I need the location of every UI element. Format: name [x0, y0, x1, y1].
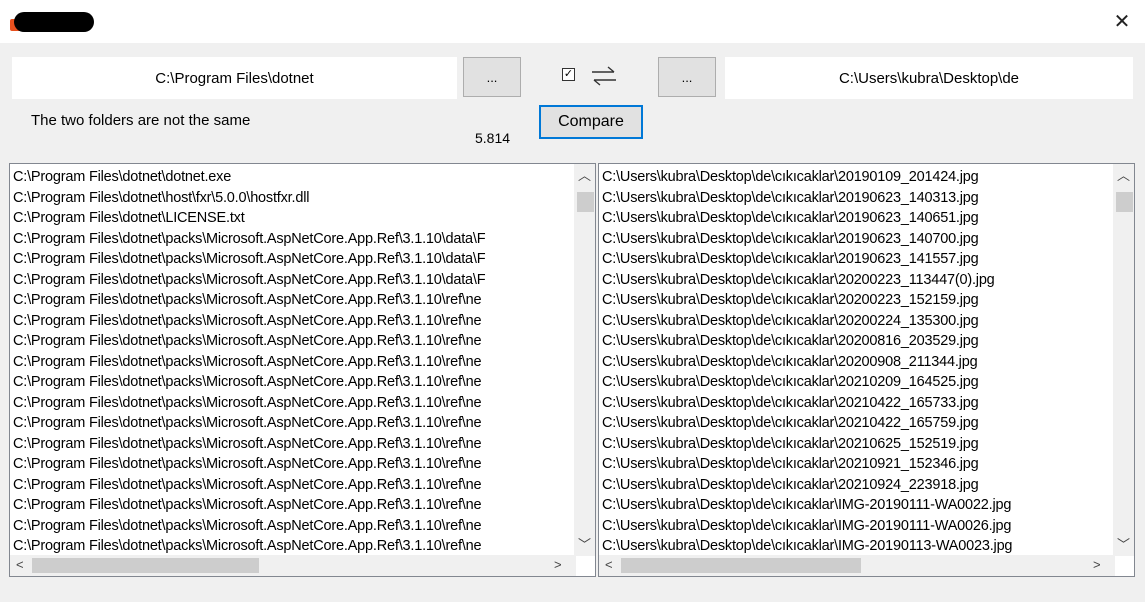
- list-item[interactable]: C:\Users\kubra\Desktop\de\cıkıcaklar\202…: [602, 434, 1012, 455]
- list-item[interactable]: C:\Users\kubra\Desktop\de\cıkıcaklar\202…: [602, 393, 1012, 414]
- right-vertical-scrollbar[interactable]: ︿ ﹀: [1113, 164, 1134, 556]
- list-item[interactable]: C:\Users\kubra\Desktop\de\cıkıcaklar\202…: [602, 270, 1012, 291]
- list-item[interactable]: C:\Program Files\dotnet\packs\Microsoft.…: [13, 372, 485, 393]
- list-item[interactable]: C:\Program Files\dotnet\packs\Microsoft.…: [13, 270, 486, 291]
- scroll-thumb[interactable]: [577, 192, 594, 212]
- left-horizontal-scrollbar[interactable]: < >: [10, 555, 576, 576]
- redacted-title: [14, 12, 94, 32]
- list-item[interactable]: C:\Program Files\dotnet\packs\Microsoft.…: [13, 229, 486, 250]
- scroll-thumb[interactable]: [1116, 192, 1133, 212]
- browse-right-button[interactable]: ...: [658, 57, 716, 97]
- compare-subfolders-checkbox[interactable]: ✓: [562, 68, 575, 81]
- swap-icon[interactable]: [590, 64, 618, 88]
- scroll-thumb[interactable]: [621, 558, 861, 573]
- scroll-down-icon[interactable]: ﹀: [578, 534, 591, 553]
- list-item[interactable]: C:\Users\kubra\Desktop\de\cıkıcaklar\202…: [602, 311, 1012, 332]
- scroll-right-icon[interactable]: >: [554, 557, 562, 572]
- list-item[interactable]: C:\Users\kubra\Desktop\de\cıkıcaklar\201…: [602, 188, 1012, 209]
- list-item[interactable]: C:\Program Files\dotnet\packs\Microsoft.…: [13, 454, 485, 475]
- elapsed-time: 5.814: [475, 130, 511, 146]
- scroll-up-icon[interactable]: ︿: [1117, 165, 1130, 184]
- left-vertical-scrollbar[interactable]: ︿ ﹀: [574, 164, 595, 556]
- list-item[interactable]: C:\Program Files\dotnet\LICENSE.txt: [13, 208, 485, 229]
- scroll-right-icon[interactable]: >: [1093, 557, 1101, 572]
- list-item[interactable]: C:\Users\kubra\Desktop\de\cıkıcaklar\201…: [602, 249, 1012, 270]
- list-item[interactable]: C:\Program Files\dotnet\packs\Microsoft.…: [13, 536, 485, 557]
- list-item[interactable]: C:\Program Files\dotnet\packs\Microsoft.…: [13, 290, 485, 311]
- list-item[interactable]: C:\Users\kubra\Desktop\de\cıkıcaklar\202…: [602, 413, 1012, 434]
- list-item[interactable]: C:\Program Files\dotnet\packs\Microsoft.…: [13, 434, 485, 455]
- left-folder-path[interactable]: C:\Program Files\dotnet: [12, 57, 457, 99]
- list-item[interactable]: C:\Program Files\dotnet\dotnet.exe: [13, 167, 485, 188]
- left-file-list[interactable]: C:\Program Files\dotnet\dotnet.exe C:\Pro…: [9, 163, 596, 577]
- scroll-down-icon[interactable]: ﹀: [1117, 534, 1130, 553]
- list-item[interactable]: C:\Users\kubra\Desktop\de\cıkıcaklar\202…: [602, 454, 1012, 475]
- list-item[interactable]: C:\Program Files\dotnet\packs\Microsoft.…: [13, 495, 485, 516]
- list-item[interactable]: C:\Users\kubra\Desktop\de\cıkıcaklar\IMG…: [602, 536, 1013, 557]
- scroll-thumb[interactable]: [32, 558, 259, 573]
- list-item[interactable]: C:\Program Files\dotnet\packs\Microsoft.…: [13, 249, 486, 270]
- scroll-up-icon[interactable]: ︿: [578, 165, 591, 184]
- list-item[interactable]: C:\Users\kubra\Desktop\de\cıkıcaklar\IMG…: [602, 495, 1012, 516]
- list-item[interactable]: C:\Program Files\dotnet\packs\Microsoft.…: [13, 393, 485, 414]
- list-item[interactable]: C:\Users\kubra\Desktop\de\cıkıcaklar\201…: [602, 167, 1012, 188]
- list-item[interactable]: C:\Program Files\dotnet\packs\Microsoft.…: [13, 311, 485, 332]
- list-item[interactable]: C:\Users\kubra\Desktop\de\cıkıcaklar\202…: [602, 331, 1012, 352]
- list-item[interactable]: C:\Program Files\dotnet\packs\Microsoft.…: [13, 516, 485, 537]
- list-item[interactable]: C:\Program Files\dotnet\packs\Microsoft.…: [13, 413, 485, 434]
- list-item[interactable]: C:\Program Files\dotnet\packs\Microsoft.…: [13, 475, 485, 496]
- list-item[interactable]: C:\Program Files\dotnet\packs\Microsoft.…: [13, 352, 485, 373]
- list-item[interactable]: C:\Users\kubra\Desktop\de\cıkıcaklar\201…: [602, 208, 1012, 229]
- list-item[interactable]: C:\Users\kubra\Desktop\de\cıkıcaklar\202…: [602, 475, 1012, 496]
- status-text: The two folders are not the same: [31, 112, 251, 129]
- left-list-items: C:\Program Files\dotnet\dotnet.exe C:\Pro…: [13, 167, 486, 557]
- list-item[interactable]: C:\Users\kubra\Desktop\de\cıkıcaklar\IMG…: [602, 516, 1012, 537]
- title-bar: ✕: [0, 0, 1145, 43]
- list-item[interactable]: C:\Program Files\dotnet\host\fxr\5.0.0\h…: [13, 188, 485, 209]
- list-item[interactable]: C:\Users\kubra\Desktop\de\cıkıcaklar\202…: [602, 352, 1012, 373]
- list-item[interactable]: C:\Users\kubra\Desktop\de\cıkıcaklar\202…: [602, 290, 1012, 311]
- right-file-list[interactable]: C:\Users\kubra\Desktop\de\cıkıcaklar\201…: [598, 163, 1135, 577]
- browse-left-button[interactable]: ...: [463, 57, 521, 97]
- scroll-left-icon[interactable]: <: [16, 557, 24, 572]
- list-item[interactable]: C:\Users\kubra\Desktop\de\cıkıcaklar\202…: [602, 372, 1012, 393]
- right-folder-path[interactable]: C:\Users\kubra\Desktop\de: [725, 57, 1133, 99]
- list-item[interactable]: C:\Program Files\dotnet\packs\Microsoft.…: [13, 331, 485, 352]
- compare-button[interactable]: Compare: [539, 105, 643, 139]
- right-horizontal-scrollbar[interactable]: < >: [599, 555, 1115, 576]
- right-list-items: C:\Users\kubra\Desktop\de\cıkıcaklar\201…: [602, 167, 1013, 557]
- list-item[interactable]: C:\Users\kubra\Desktop\de\cıkıcaklar\201…: [602, 229, 1012, 250]
- close-button[interactable]: ✕: [1099, 0, 1145, 43]
- scroll-left-icon[interactable]: <: [605, 557, 613, 572]
